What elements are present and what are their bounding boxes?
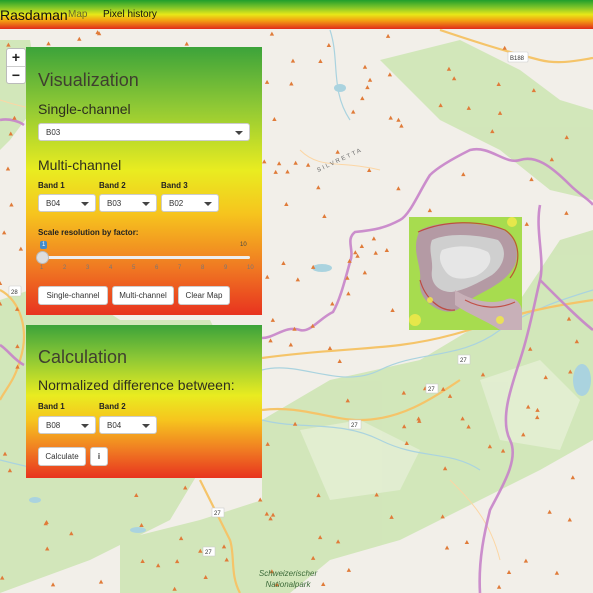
svg-text:B188: B188: [510, 56, 525, 62]
info-button[interactable]: i: [90, 447, 108, 466]
scale-tick: 7: [178, 265, 182, 271]
scale-tick: 4: [109, 265, 113, 271]
calculate-button[interactable]: Calculate: [38, 447, 86, 466]
calculation-title: Calculation: [38, 347, 128, 367]
calc-band-2-select[interactable]: B04: [99, 416, 157, 434]
chevron-down-icon: [142, 202, 150, 206]
calc-band-2-label: Band 2: [99, 402, 126, 411]
calc-band-2-select-value: B04: [107, 421, 122, 430]
scale-tick: 8: [201, 265, 205, 271]
scale-tick: 2: [63, 265, 67, 271]
band-2-select[interactable]: B03: [99, 194, 157, 212]
band-2-select-value: B03: [107, 199, 122, 208]
scale-tick: 9: [224, 265, 228, 271]
scale-label: Scale resolution by factor:: [38, 228, 139, 237]
single-channel-heading: Single-channel: [38, 101, 131, 117]
band-3-select-value: B02: [169, 199, 184, 208]
calculation-panel: Calculation Normalized difference betwee…: [26, 325, 262, 478]
multi-channel-button[interactable]: Multi-channel: [112, 286, 174, 305]
band-1-label: Band 1: [38, 181, 65, 190]
chevron-down-icon: [81, 424, 89, 428]
band-1-select-value: B04: [46, 199, 61, 208]
chevron-down-icon: [81, 202, 89, 206]
nav-link-pixel-history[interactable]: Pixel history: [103, 9, 157, 20]
chevron-down-icon: [235, 131, 243, 135]
normalized-difference-heading: Normalized difference between:: [38, 377, 235, 393]
visualization-panel: Visualization Single-channel B03 Multi-c…: [26, 47, 262, 315]
visualization-title: Visualization: [38, 70, 139, 90]
road-27-label: 27: [460, 358, 467, 364]
road-27-label: 27: [428, 387, 435, 393]
nav-link-map[interactable]: Map: [68, 9, 87, 20]
clear-map-button[interactable]: Clear Map: [178, 286, 230, 305]
scale-tick: 3: [86, 265, 90, 271]
band-3-label: Band 3: [161, 181, 188, 190]
chevron-down-icon: [142, 424, 150, 428]
multi-channel-heading: Multi-channel: [38, 157, 122, 173]
band-3-select[interactable]: B02: [161, 194, 219, 212]
slider-min-value: 1: [40, 241, 48, 249]
road-27-label: 27: [205, 550, 212, 556]
zoom-control: + −: [6, 48, 26, 84]
scale-tick: 10: [247, 265, 254, 271]
raster-overlay: [409, 217, 522, 330]
band-1-select[interactable]: B04: [38, 194, 96, 212]
scale-tick: 5: [132, 265, 136, 271]
svg-text:28: 28: [11, 290, 18, 296]
svg-text:Nationalpark: Nationalpark: [266, 580, 312, 589]
brand-title[interactable]: Rasdaman: [0, 7, 68, 23]
calc-band-1-select[interactable]: B08: [38, 416, 96, 434]
scale-tick: 1: [40, 265, 44, 271]
road-27-label: 27: [214, 511, 221, 517]
zoom-in-button[interactable]: +: [7, 49, 25, 67]
single-channel-select-value: B03: [46, 128, 61, 137]
slider-max-value: 10: [240, 242, 247, 248]
calc-band-1-select-value: B08: [46, 421, 61, 430]
svg-text:Schweizerischer: Schweizerischer: [259, 569, 318, 578]
navbar: Rasdaman Map Pixel history: [0, 0, 593, 29]
zoom-out-button[interactable]: −: [7, 67, 25, 84]
single-channel-select[interactable]: B03: [38, 123, 250, 141]
calc-band-1-label: Band 1: [38, 402, 65, 411]
scale-slider-track[interactable]: [38, 256, 250, 259]
single-channel-button[interactable]: Single-channel: [38, 286, 108, 305]
chevron-down-icon: [204, 202, 212, 206]
road-27-label: 27: [351, 423, 358, 429]
scale-tick: 6: [155, 265, 159, 271]
scale-slider-handle[interactable]: [36, 251, 49, 264]
band-2-label: Band 2: [99, 181, 126, 190]
